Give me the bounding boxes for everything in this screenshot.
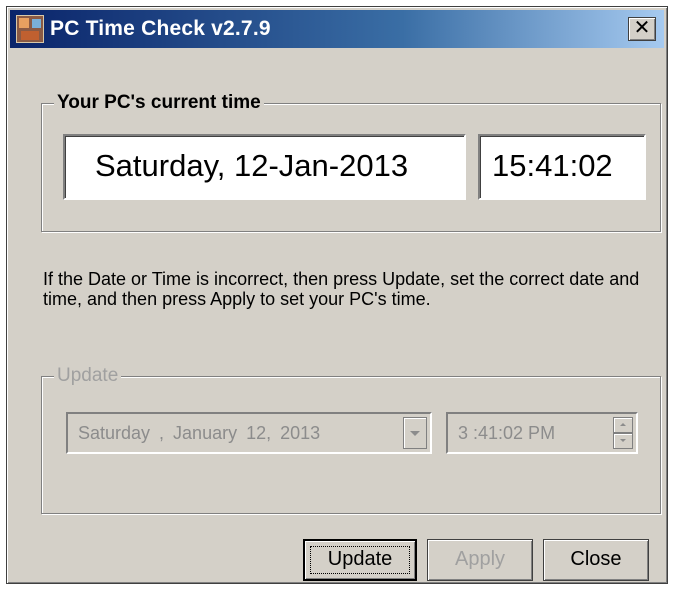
update-legend: Update [54,365,122,387]
title-bar[interactable]: PC Time Check v2.7.9 ✕ [10,10,664,48]
window-title: PC Time Check v2.7.9 [50,17,271,40]
close-button-label: Close [570,548,622,570]
update-group: Update Saturday , January 12, 2013 3 :41… [41,365,661,514]
close-button[interactable]: Close [543,539,649,581]
time-picker-value: 3 :41:02 PM [458,423,556,443]
current-time-legend: Your PC's current time [54,92,264,114]
current-time-display: 15:41:02 [478,134,646,200]
chevron-down-icon[interactable] [403,417,427,449]
instructions-text: If the Date or Time is incorrect, then p… [43,269,640,309]
date-picker-value: Saturday , January 12, 2013 [78,423,321,443]
date-picker[interactable]: Saturday , January 12, 2013 [66,412,432,454]
current-time-group: Your PC's current time Saturday, 12-Jan-… [41,92,661,232]
time-picker[interactable]: 3 :41:02 PM [446,412,638,454]
pc-time-check-window: PC Time Check v2.7.9 ✕ Your PC's current… [6,6,668,584]
time-spinner[interactable] [613,417,633,449]
current-date-display: Saturday, 12-Jan-2013 [63,134,466,200]
spin-up-icon[interactable] [613,417,633,433]
apply-button[interactable]: Apply [427,539,533,581]
app-icon [16,15,44,43]
spin-down-icon[interactable] [613,433,633,449]
close-icon[interactable]: ✕ [628,17,656,41]
update-button[interactable]: Update [303,539,417,581]
focus-rectangle [310,546,410,574]
apply-button-label: Apply [454,548,506,570]
